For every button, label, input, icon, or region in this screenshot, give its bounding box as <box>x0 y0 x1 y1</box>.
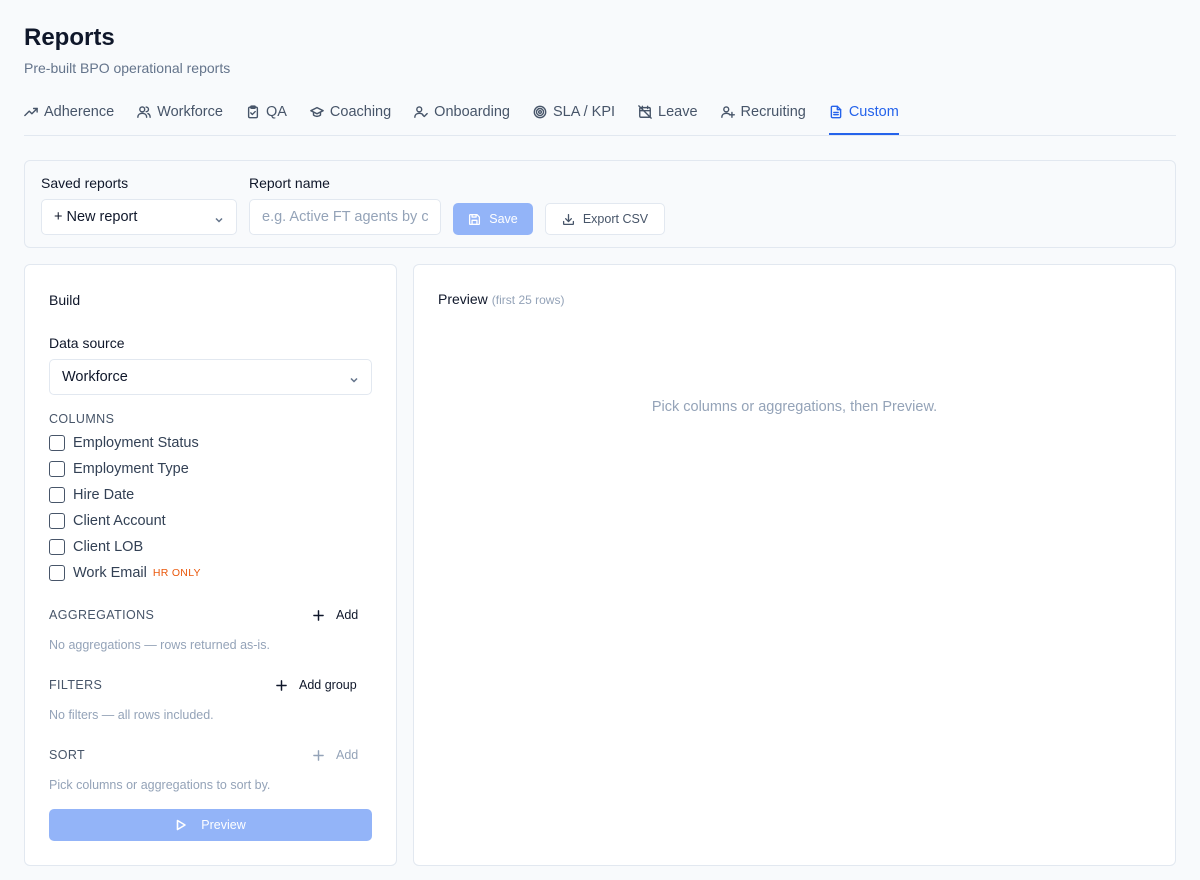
tab-onboarding[interactable]: Onboarding <box>414 98 510 126</box>
tab-custom[interactable]: Custom <box>828 98 899 135</box>
trend-up-icon <box>24 107 38 117</box>
tab-recruiting[interactable]: Recruiting <box>720 98 806 126</box>
filters-label: FILTERS <box>49 678 103 692</box>
tab-label: Coaching <box>329 104 392 120</box>
chevron-down-icon <box>214 213 224 223</box>
column-client-lob[interactable]: Client LOB <box>49 539 143 555</box>
hr-only-badge: HR ONLY <box>152 567 201 579</box>
tab-label: Adherence <box>44 104 115 120</box>
users-icon <box>137 106 151 118</box>
clipboard-check-icon <box>247 105 259 119</box>
plus-icon <box>313 609 324 621</box>
filters-empty: No filters — all rows included. <box>49 708 214 722</box>
download-icon <box>562 213 574 225</box>
user-plus-icon <box>720 106 735 118</box>
preview-empty-message: Pick columns or aggregations, then Previ… <box>651 399 938 415</box>
aggregations-label: AGGREGATIONS <box>49 608 155 622</box>
column-label: Hire Date <box>73 487 135 503</box>
column-label: Client LOB <box>73 539 144 555</box>
columns-label: COLUMNS <box>49 412 115 426</box>
tab-coaching[interactable]: Coaching <box>310 98 391 126</box>
build-panel: Build Data source Workforce COLUMNS Empl… <box>24 264 397 866</box>
data-source-select[interactable]: Workforce <box>49 359 372 395</box>
save-icon <box>469 213 481 225</box>
save-button[interactable]: Save <box>453 203 533 235</box>
preview-header: Preview (first 25 rows) <box>438 291 564 307</box>
calendar-off-icon <box>638 105 652 119</box>
add-aggregation-button[interactable]: Add <box>313 608 358 622</box>
tab-label: QA <box>265 104 287 120</box>
user-check-icon <box>414 106 428 118</box>
preview-subtitle: (first 25 rows) <box>491 293 565 307</box>
saved-reports-label: Saved reports <box>41 175 129 191</box>
plus-icon <box>276 679 287 691</box>
report-name-input[interactable] <box>249 199 441 235</box>
file-text-icon <box>830 105 842 119</box>
checkbox[interactable] <box>49 435 65 451</box>
graduation-cap-icon <box>310 106 324 118</box>
save-label: Save <box>489 212 518 226</box>
add-filter-group-button[interactable]: Add group <box>276 678 357 692</box>
build-title: Build <box>49 292 81 308</box>
preview-title: Preview <box>438 291 488 307</box>
tab-label: Recruiting <box>740 104 806 120</box>
aggregations-empty: No aggregations — rows returned as-is. <box>49 638 270 652</box>
column-client-account[interactable]: Client Account <box>49 513 166 529</box>
tab-workforce[interactable]: Workforce <box>137 98 223 126</box>
report-tabs: Adherence Workforce QA Coaching Onboardi… <box>24 98 1176 136</box>
tab-leave[interactable]: Leave <box>638 98 698 126</box>
tab-sla-kpi[interactable]: SLA / KPI <box>533 98 615 126</box>
plus-icon <box>313 749 324 761</box>
checkbox[interactable] <box>49 513 65 529</box>
checkbox[interactable] <box>49 487 65 503</box>
report-name-label: Report name <box>249 175 330 191</box>
column-label: Employment Status <box>73 435 199 451</box>
tab-label: Onboarding <box>434 104 510 120</box>
checkbox[interactable] <box>49 461 65 477</box>
preview-panel: Preview (first 25 rows) Pick columns or … <box>413 264 1176 866</box>
add-label: Add group <box>299 678 357 692</box>
tab-qa[interactable]: QA <box>246 98 287 126</box>
add-label: Add <box>336 608 359 622</box>
export-csv-button[interactable]: Export CSV <box>545 203 665 235</box>
sort-label: SORT <box>49 748 86 762</box>
column-label: Work Email <box>73 565 147 581</box>
column-label: Employment Type <box>73 461 189 477</box>
preview-label: Preview <box>201 818 246 832</box>
add-sort-button[interactable]: Add <box>313 748 358 762</box>
column-employment-status[interactable]: Employment Status <box>49 435 199 451</box>
tab-label: SLA / KPI <box>552 104 616 120</box>
play-icon <box>176 819 187 831</box>
tab-label: Workforce <box>157 104 223 120</box>
column-work-email[interactable]: Work Email HR ONLY <box>49 565 201 581</box>
tab-label: Leave <box>658 104 698 120</box>
data-source-value: Workforce <box>62 369 128 385</box>
page-title: Reports <box>24 24 115 51</box>
saved-reports-select[interactable]: + New report <box>41 199 237 235</box>
chevron-down-icon <box>349 373 359 383</box>
checkbox[interactable] <box>49 539 65 555</box>
data-source-label: Data source <box>49 335 125 351</box>
export-label: Export CSV <box>582 212 649 226</box>
checkbox[interactable] <box>49 565 65 581</box>
page-subtitle: Pre-built BPO operational reports <box>24 60 231 76</box>
tab-adherence[interactable]: Adherence <box>24 98 114 126</box>
preview-button[interactable]: Preview <box>49 809 372 841</box>
saved-reports-value: + New report <box>54 209 138 225</box>
column-hire-date[interactable]: Hire Date <box>49 487 134 503</box>
sort-empty: Pick columns or aggregations to sort by. <box>49 778 271 792</box>
column-employment-type[interactable]: Employment Type <box>49 461 189 477</box>
report-toolbar: Saved reports + New report Report name S… <box>24 160 1176 248</box>
add-label: Add <box>336 748 359 762</box>
tab-label: Custom <box>848 104 899 120</box>
column-label: Client Account <box>73 513 166 529</box>
target-icon <box>533 105 547 119</box>
